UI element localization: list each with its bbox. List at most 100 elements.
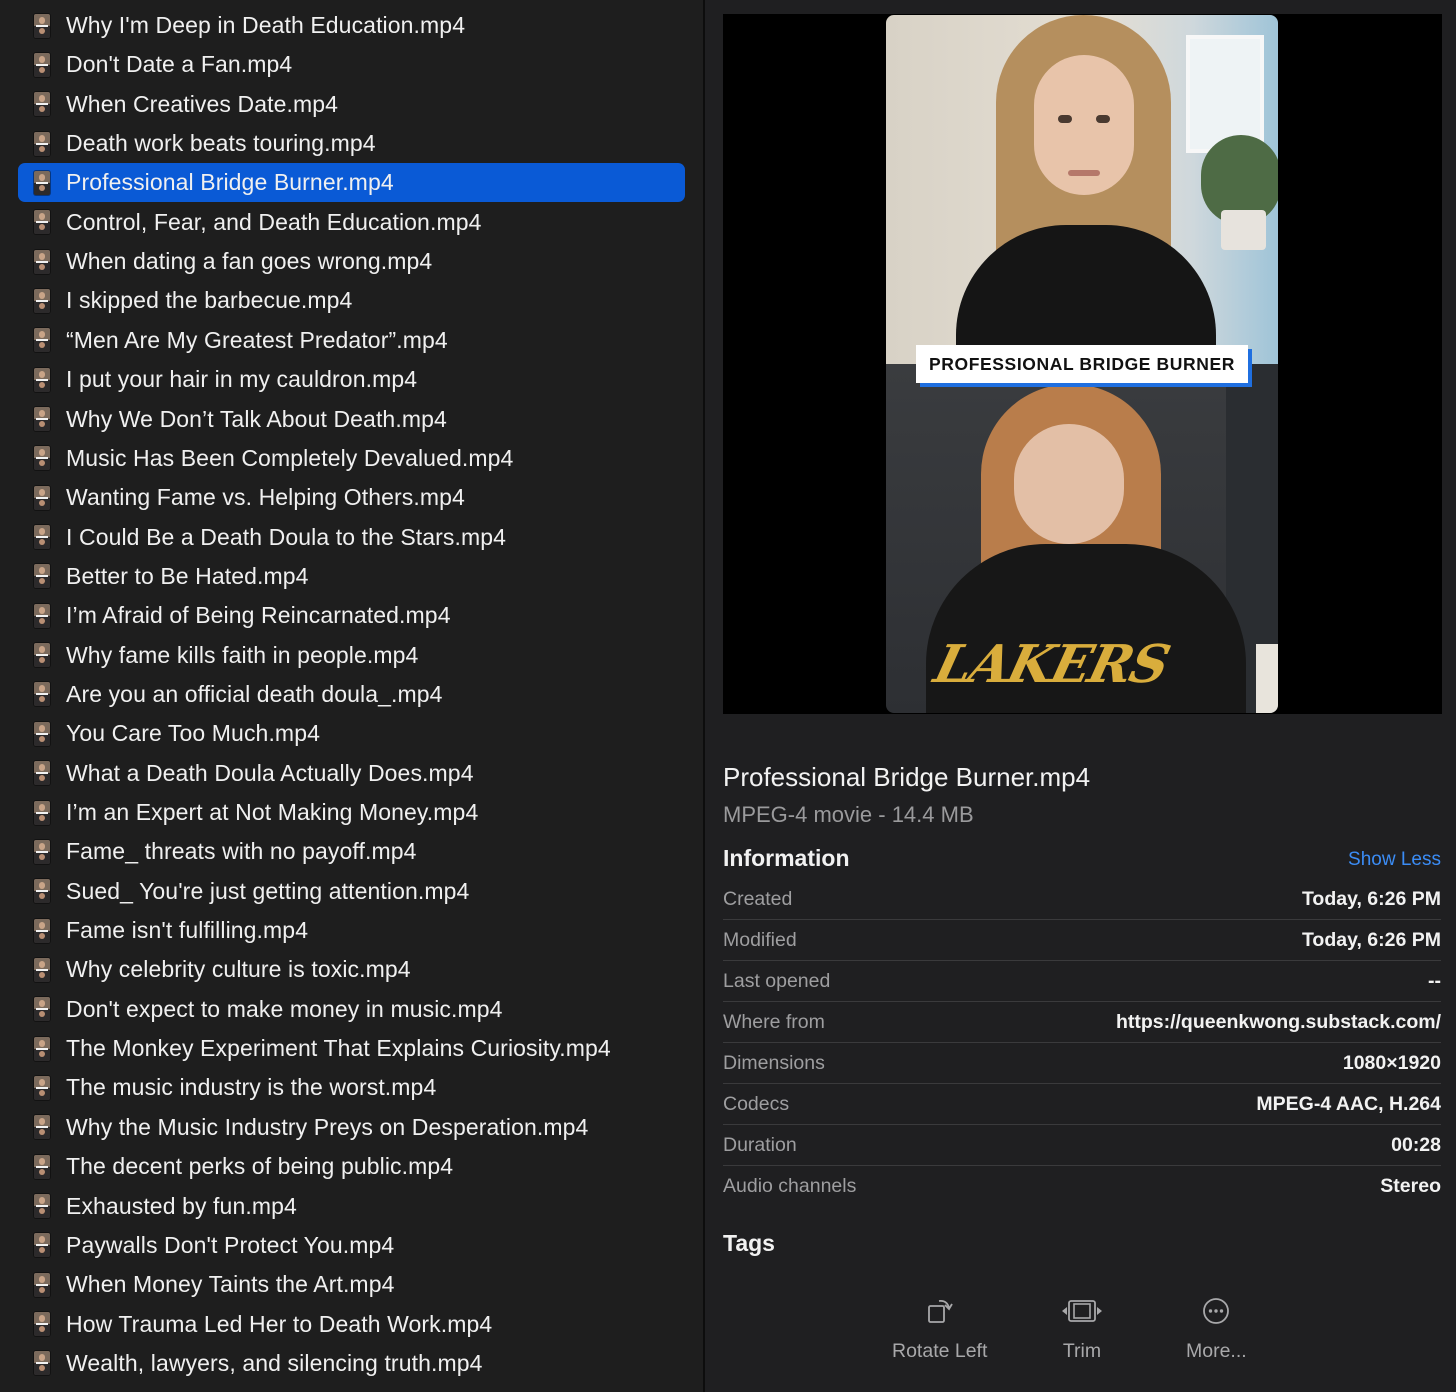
file-row[interactable]: Paywalls Don't Protect You.mp4 bbox=[18, 1226, 685, 1265]
pot-decoration bbox=[1221, 210, 1266, 250]
video-thumbnail-icon bbox=[34, 721, 50, 746]
file-row[interactable]: Sued_ You're just getting attention.mp4 bbox=[18, 872, 685, 911]
file-row[interactable]: You Care Too Much.mp4 bbox=[18, 714, 685, 753]
file-row[interactable]: I’m an Expert at Not Making Money.mp4 bbox=[18, 793, 685, 832]
video-thumbnail-icon bbox=[34, 879, 50, 904]
file-row[interactable]: Exhausted by fun.mp4 bbox=[18, 1187, 685, 1226]
file-row[interactable]: I’m Afraid of Being Reincarnated.mp4 bbox=[18, 596, 685, 635]
file-name: How Trauma Led Her to Death Work.mp4 bbox=[66, 1310, 493, 1337]
file-kind-size: MPEG-4 movie - 14.4 MB bbox=[723, 802, 974, 827]
file-row[interactable]: Are you an official death doula_.mp4 bbox=[18, 675, 685, 714]
video-thumbnail-icon bbox=[34, 13, 50, 38]
file-name: Why We Don’t Talk About Death.mp4 bbox=[66, 405, 447, 432]
file-row[interactable]: Why I'm Deep in Death Education.mp4 bbox=[18, 6, 685, 45]
info-row: Codecs MPEG-4 AAC, H.264 bbox=[723, 1084, 1441, 1125]
video-thumbnail-icon bbox=[34, 800, 50, 825]
file-name: I Could Be a Death Doula to the Stars.mp… bbox=[66, 523, 507, 550]
more-button[interactable]: More... bbox=[1186, 1296, 1247, 1363]
window-decoration bbox=[1186, 35, 1264, 153]
info-value: Today, 6:26 PM bbox=[1301, 887, 1441, 910]
file-row[interactable]: Control, Fear, and Death Education.mp4 bbox=[18, 203, 685, 242]
file-row[interactable]: When Money Taints the Art.mp4 bbox=[18, 1265, 685, 1304]
info-value: 1080×1920 bbox=[1342, 1051, 1441, 1074]
file-row[interactable]: Fame isn't fulfilling.mp4 bbox=[18, 911, 685, 950]
shirt-logo-text: LAKERS bbox=[928, 634, 1175, 695]
video-thumbnail-icon bbox=[34, 1233, 50, 1258]
file-row[interactable]: Better to Be Hated.mp4 bbox=[18, 557, 685, 596]
video-thumbnail-icon bbox=[34, 92, 50, 117]
info-row: Modified Today, 6:26 PM bbox=[723, 920, 1441, 961]
video-thumbnail-icon bbox=[34, 564, 50, 589]
info-value: -- bbox=[1428, 969, 1441, 992]
file-name: Exhausted by fun.mp4 bbox=[66, 1192, 297, 1219]
file-name: Why the Music Industry Preys on Desperat… bbox=[66, 1113, 589, 1140]
video-thumbnail-icon bbox=[34, 682, 50, 707]
file-list: Why I'm Deep in Death Education.mp4 Don't… bbox=[0, 0, 703, 1392]
file-name: The decent perks of being public.mp4 bbox=[66, 1153, 454, 1180]
file-row[interactable]: I Could Be a Death Doula to the Stars.mp… bbox=[18, 518, 685, 557]
file-row-selected[interactable]: Professional Bridge Burner.mp4 bbox=[18, 163, 685, 203]
info-row: Where from https://queenkwong.substack.co… bbox=[723, 1002, 1441, 1043]
video-thumbnail-icon bbox=[34, 918, 50, 943]
file-row[interactable]: Wanting Fame vs. Helping Others.mp4 bbox=[18, 478, 685, 517]
video-thumbnail-icon bbox=[34, 997, 50, 1022]
info-value: Stereo bbox=[1380, 1174, 1441, 1197]
more-icon bbox=[1201, 1296, 1231, 1326]
file-name: Are you an official death doula_.mp4 bbox=[66, 680, 443, 707]
file-row[interactable]: Don't expect to make money in music.mp4 bbox=[18, 990, 685, 1029]
video-thumbnail-icon bbox=[34, 131, 50, 156]
information-table: Created Today, 6:26 PM Modified Today, 6:26… bbox=[723, 879, 1441, 1206]
file-name: The Monkey Experiment That Explains Curi… bbox=[66, 1035, 611, 1062]
tags-heading: Tags bbox=[723, 1230, 775, 1256]
file-row[interactable]: Death work beats touring.mp4 bbox=[18, 124, 685, 163]
video-thumbnail-icon bbox=[34, 1154, 50, 1179]
video-bottom-panel: LAKERS bbox=[886, 364, 1278, 713]
info-label: Codecs bbox=[723, 1092, 790, 1115]
file-name: Fame_ threats with no payoff.mp4 bbox=[66, 838, 417, 865]
video-thumbnail-icon bbox=[34, 1036, 50, 1061]
file-name: Don't expect to make money in music.mp4 bbox=[66, 995, 503, 1022]
file-row[interactable]: Music Has Been Completely Devalued.mp4 bbox=[18, 439, 685, 478]
info-row: Created Today, 6:26 PM bbox=[723, 879, 1441, 920]
video-preview[interactable]: LAKERS PROFESSIONAL BRIDGE BURNER bbox=[723, 14, 1442, 714]
file-row[interactable]: Don't Date a Fan.mp4 bbox=[18, 45, 685, 84]
file-row[interactable]: The decent perks of being public.mp4 bbox=[18, 1147, 685, 1186]
video-thumbnail-icon bbox=[34, 288, 50, 313]
eye-right bbox=[1096, 115, 1110, 123]
video-thumbnail-icon bbox=[34, 367, 50, 392]
file-name: “Men Are My Greatest Predator”.mp4 bbox=[66, 326, 448, 353]
file-name: Professional Bridge Burner.mp4 bbox=[66, 169, 394, 196]
file-row[interactable]: When dating a fan goes wrong.mp4 bbox=[18, 242, 685, 281]
video-thumbnail-icon bbox=[34, 210, 50, 235]
file-row[interactable]: I put your hair in my cauldron.mp4 bbox=[18, 360, 685, 399]
info-label: Modified bbox=[723, 928, 797, 951]
file-name: Better to Be Hated.mp4 bbox=[66, 562, 309, 589]
file-row[interactable]: When Creatives Date.mp4 bbox=[18, 85, 685, 124]
file-row[interactable]: Why fame kills faith in people.mp4 bbox=[18, 636, 685, 675]
show-less-link[interactable]: Show Less bbox=[1348, 849, 1441, 871]
file-row[interactable]: Why We Don’t Talk About Death.mp4 bbox=[18, 400, 685, 439]
rotate-left-button[interactable]: Rotate Left bbox=[892, 1296, 987, 1363]
file-row[interactable]: The music industry is the worst.mp4 bbox=[18, 1068, 685, 1107]
video-thumbnail-icon bbox=[34, 1075, 50, 1100]
trim-icon bbox=[1060, 1296, 1104, 1326]
file-name: What a Death Doula Actually Does.mp4 bbox=[66, 759, 474, 786]
file-row[interactable]: “Men Are My Greatest Predator”.mp4 bbox=[18, 321, 685, 360]
file-row[interactable]: What a Death Doula Actually Does.mp4 bbox=[18, 754, 685, 793]
info-row: Last opened -- bbox=[723, 961, 1441, 1002]
file-name: Sued_ You're just getting attention.mp4 bbox=[66, 877, 470, 904]
rotate-left-label: Rotate Left bbox=[892, 1340, 988, 1362]
file-row[interactable]: I skipped the barbecue.mp4 bbox=[18, 281, 685, 320]
file-row[interactable]: Why the Music Industry Preys on Desperat… bbox=[18, 1108, 685, 1147]
video-thumbnail-icon bbox=[34, 446, 50, 471]
trim-button[interactable]: Trim bbox=[1060, 1296, 1104, 1363]
more-label: More... bbox=[1186, 1340, 1247, 1362]
file-row[interactable]: Why celebrity culture is toxic.mp4 bbox=[18, 950, 685, 989]
file-row[interactable]: Fame_ threats with no payoff.mp4 bbox=[18, 832, 685, 871]
video-thumbnail-icon bbox=[34, 170, 50, 195]
video-thumbnail-icon bbox=[34, 603, 50, 628]
file-row[interactable]: How Trauma Led Her to Death Work.mp4 bbox=[18, 1305, 685, 1344]
file-row[interactable]: The Monkey Experiment That Explains Curi… bbox=[18, 1029, 685, 1068]
file-name: Control, Fear, and Death Education.mp4 bbox=[66, 208, 482, 235]
file-row[interactable]: Wealth, lawyers, and silencing truth.mp4 bbox=[18, 1344, 685, 1383]
